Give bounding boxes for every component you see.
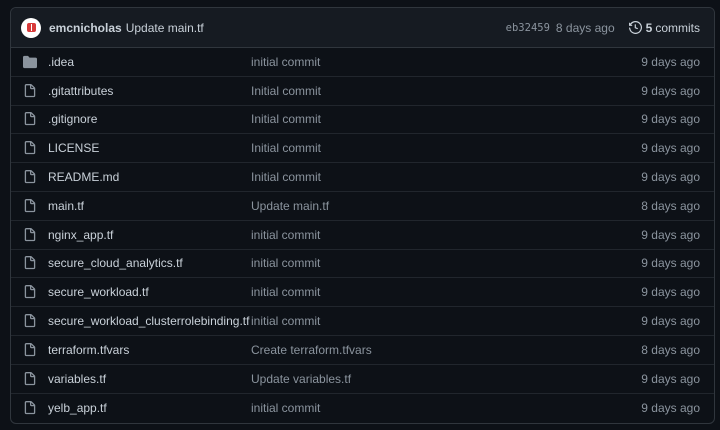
avatar[interactable] xyxy=(21,17,41,38)
commit-author[interactable]: emcnicholas xyxy=(49,21,122,35)
file-commit-message-link[interactable]: Initial commit xyxy=(251,112,641,126)
file-commit-age: 9 days ago xyxy=(641,170,700,185)
file-row[interactable]: main.tf Update main.tf 8 days ago xyxy=(11,192,714,221)
file-row[interactable]: secure_cloud_analytics.tf initial commit 9… xyxy=(11,250,714,279)
file-row[interactable]: variables.tf Update variables.tf 9 days ag… xyxy=(11,365,714,394)
file-icon xyxy=(23,400,37,415)
file-commit-message-link[interactable]: initial commit xyxy=(251,314,641,328)
file-commit-age: 9 days ago xyxy=(641,54,700,69)
history-icon xyxy=(628,21,642,34)
file-commit-message-link[interactable]: Update variables.tf xyxy=(251,372,641,386)
file-commit-age: 9 days ago xyxy=(641,83,700,98)
file-name-link[interactable]: terraform.tfvars xyxy=(48,343,251,357)
file-commit-age: 9 days ago xyxy=(641,400,700,415)
avatar-logo-icon xyxy=(26,23,36,32)
file-commit-message-link[interactable]: initial commit xyxy=(251,55,641,69)
file-icon xyxy=(23,198,37,213)
commits-label: commits xyxy=(655,20,700,35)
commit-sha[interactable]: eb32459 xyxy=(506,22,550,34)
file-icon xyxy=(23,227,37,242)
file-list: .idea initial commit 9 days ago .gitattribu… xyxy=(11,48,714,422)
file-name-link[interactable]: README.md xyxy=(48,170,251,184)
file-row[interactable]: .gitattributes Initial commit 9 days ago xyxy=(11,77,714,106)
file-commit-message-link[interactable]: Initial commit xyxy=(251,84,641,98)
file-name-link[interactable]: secure_cloud_analytics.tf xyxy=(48,256,251,270)
latest-commit-bar: emcnicholas Update main.tf eb32459 8 day… xyxy=(11,8,714,48)
file-commit-age: 9 days ago xyxy=(641,112,700,127)
file-icon xyxy=(23,285,37,299)
file-commit-message-link[interactable]: initial commit xyxy=(251,401,641,415)
file-name-link[interactable]: main.tf xyxy=(48,199,251,213)
file-row[interactable]: .gitignore Initial commit 9 days ago xyxy=(11,106,714,135)
file-commit-age: 9 days ago xyxy=(641,141,700,156)
file-name-link[interactable]: variables.tf xyxy=(48,372,251,386)
file-commit-age: 9 days ago xyxy=(641,314,700,329)
file-row[interactable]: README.md Initial commit 9 days ago xyxy=(11,163,714,192)
file-commit-message-link[interactable]: Initial commit xyxy=(251,170,641,184)
file-row[interactable]: .idea initial commit 9 days ago xyxy=(11,48,714,77)
file-row[interactable]: LICENSE Initial commit 9 days ago xyxy=(11,134,714,164)
folder-icon xyxy=(23,55,37,69)
file-name-link[interactable]: .gitignore xyxy=(48,112,251,126)
file-icon xyxy=(23,256,37,270)
file-name-link[interactable]: .gitattributes xyxy=(48,84,251,98)
file-icon xyxy=(23,342,37,357)
file-commit-age: 9 days ago xyxy=(641,285,700,300)
file-icon xyxy=(23,112,37,126)
file-commit-age: 9 days ago xyxy=(641,256,700,271)
file-icon xyxy=(23,170,37,184)
file-commit-message-link[interactable]: Initial commit xyxy=(251,141,641,155)
file-commit-age: 9 days ago xyxy=(641,371,700,386)
file-commit-age: 9 days ago xyxy=(641,227,700,242)
commit-message[interactable]: Update main.tf xyxy=(126,21,204,35)
file-row[interactable]: nginx_app.tf initial commit 9 days ago xyxy=(11,221,714,250)
file-browser: emcnicholas Update main.tf eb32459 8 day… xyxy=(10,7,715,424)
file-name-link[interactable]: .idea xyxy=(48,55,251,69)
file-name-link[interactable]: LICENSE xyxy=(48,141,251,155)
commit-count: 5 xyxy=(645,20,653,35)
file-commit-message-link[interactable]: Update main.tf xyxy=(251,199,641,213)
file-row[interactable]: terraform.tfvars Create terraform.tfvars 8… xyxy=(11,336,714,365)
file-name-link[interactable]: yelb_app.tf xyxy=(48,401,251,415)
file-icon xyxy=(23,83,37,98)
commits-link[interactable]: 5 commits xyxy=(628,20,700,35)
file-commit-message-link[interactable]: Create terraform.tfvars xyxy=(251,343,641,357)
file-name-link[interactable]: secure_workload.tf xyxy=(48,285,251,299)
commit-time: 8 days ago xyxy=(555,20,615,35)
file-name-link[interactable]: nginx_app.tf xyxy=(48,228,251,242)
file-commit-message-link[interactable]: initial commit xyxy=(251,228,641,242)
file-icon xyxy=(23,141,37,155)
file-row[interactable]: secure_workload_clusterrolebinding.tf ini… xyxy=(11,307,714,336)
file-name-link[interactable]: secure_workload_clusterrolebinding.tf xyxy=(48,314,251,328)
file-commit-message-link[interactable]: initial commit xyxy=(251,285,641,299)
file-icon xyxy=(23,371,37,386)
file-commit-age: 8 days ago xyxy=(641,342,700,357)
file-commit-message-link[interactable]: initial commit xyxy=(251,256,641,270)
file-commit-age: 8 days ago xyxy=(641,198,700,213)
file-row[interactable]: yelb_app.tf initial commit 9 days ago xyxy=(11,394,714,423)
file-icon xyxy=(23,314,37,328)
file-row[interactable]: secure_workload.tf initial commit 9 days a… xyxy=(11,278,714,308)
